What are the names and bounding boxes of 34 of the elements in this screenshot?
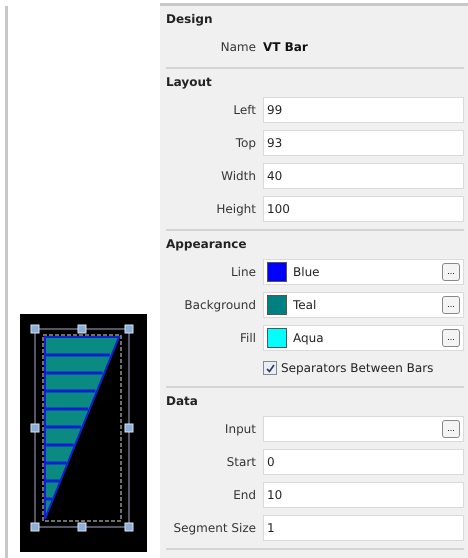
checkbox-label: Separators Between Bars [281,361,434,375]
section-header: Data [166,393,199,410]
property-label: Fill [238,330,256,344]
checkbox[interactable] [263,361,277,375]
property-label: Left [232,102,256,116]
property-label: Start [226,454,256,468]
section-header: Design [166,11,214,28]
property-label: Input [224,422,256,436]
section-header: Appearance [166,236,248,253]
name-value: VT Bar [263,40,309,54]
text-field[interactable]: 1 [263,514,464,540]
property-label: Name [220,40,256,54]
text-field[interactable]: 40 [263,162,464,188]
color-field[interactable]: Blue ... [263,258,464,284]
property-label: Top [234,136,256,150]
color-field[interactable]: Teal ... [263,292,464,318]
text-field[interactable]: 93 [263,130,464,156]
property-label: Segment Size [172,520,256,534]
property-label: Background [183,298,256,312]
property-label: Line [230,264,256,278]
text-field[interactable]: 10 [263,482,464,508]
browse-button[interactable]: ... [442,262,460,280]
browse-button[interactable]: ... [442,420,460,438]
property-label: Width [220,168,256,182]
input-field[interactable]: ... [263,416,464,442]
browse-button[interactable]: ... [442,328,460,346]
text-field[interactable]: 100 [263,196,464,222]
color-field[interactable]: Aqua ... [263,324,464,350]
text-field[interactable]: 0 [263,448,464,474]
property-label: End [232,488,256,502]
property-label: Height [215,202,256,216]
section-header: Layout [166,74,213,91]
text-field[interactable]: 99 [263,96,464,122]
browse-button[interactable]: ... [442,296,460,314]
